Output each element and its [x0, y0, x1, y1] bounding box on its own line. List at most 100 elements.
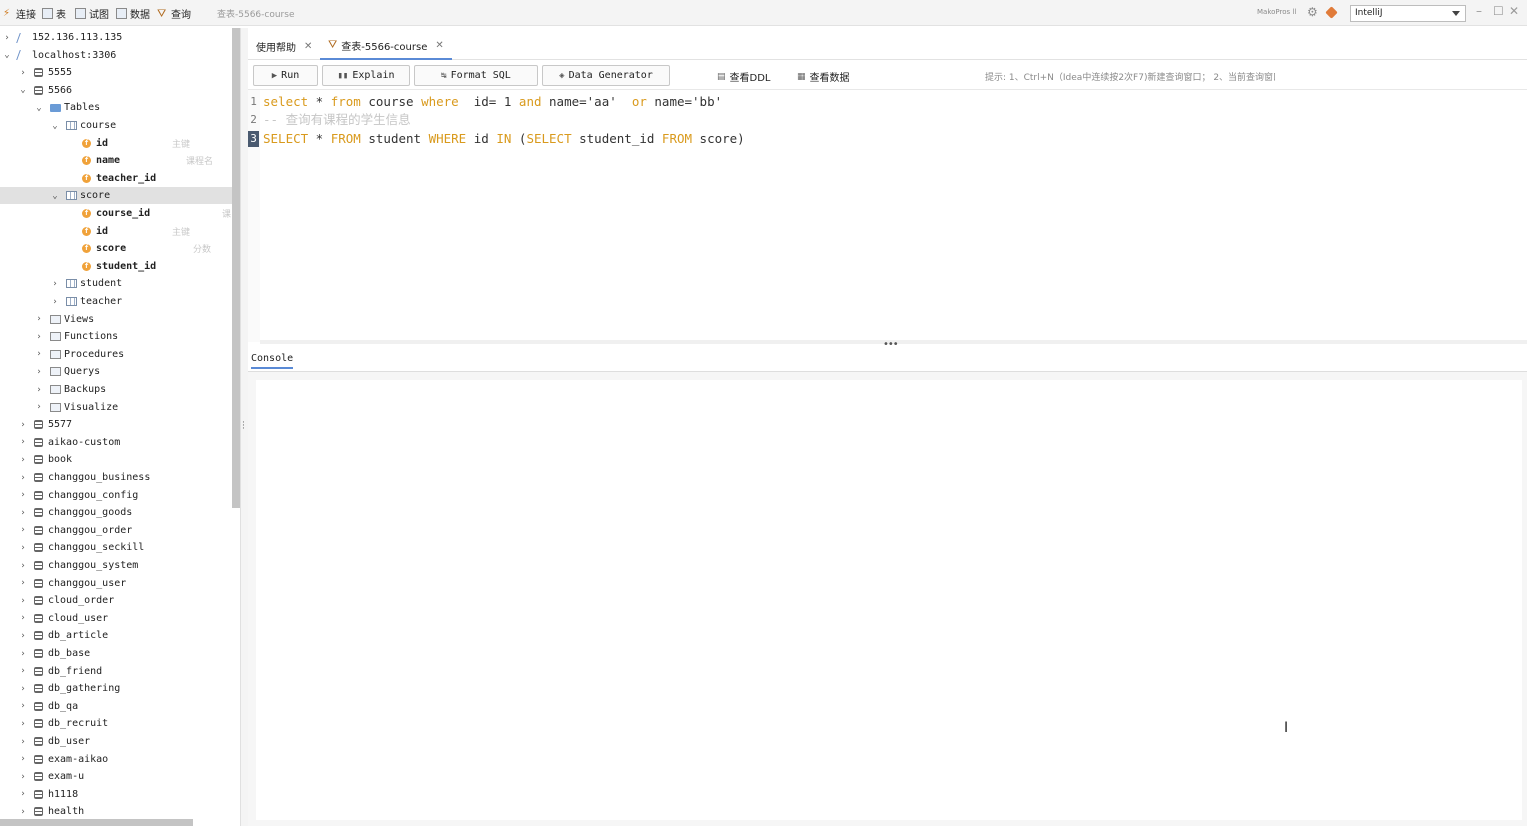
tree-database-item[interactable]: › db_gathering: [0, 680, 232, 697]
tree-item[interactable]: › Views: [0, 311, 232, 328]
chevron-right-icon[interactable]: ›: [34, 385, 44, 395]
tree-field-item[interactable]: f score 分数: [0, 240, 232, 257]
maximize-icon[interactable]: ☐: [1493, 4, 1504, 18]
tab-help[interactable]: 使用帮助 ✕: [256, 32, 312, 60]
code-line[interactable]: select * from course where id= 1 and nam…: [263, 94, 722, 110]
chevron-right-icon[interactable]: ›: [18, 631, 28, 641]
tree-database-item[interactable]: ⌄ 5566: [0, 82, 232, 99]
chevron-right-icon[interactable]: ›: [18, 754, 28, 764]
chevron-right-icon[interactable]: ›: [18, 684, 28, 694]
tree-database-item[interactable]: › changgou_system: [0, 557, 232, 574]
tree-item[interactable]: › Procedures: [0, 346, 232, 363]
chevron-right-icon[interactable]: ›: [18, 701, 28, 711]
tree-field-item[interactable]: f name 课程名: [0, 152, 232, 169]
chevron-right-icon[interactable]: ›: [18, 737, 28, 747]
chevron-right-icon[interactable]: ›: [18, 561, 28, 571]
close-icon[interactable]: ✕: [304, 41, 312, 52]
tree-horizontal-scrollbar[interactable]: [0, 819, 193, 826]
chevron-right-icon[interactable]: ›: [18, 578, 28, 588]
tree-item[interactable]: › Functions: [0, 328, 232, 345]
tree-field-item[interactable]: f id 主键: [0, 135, 232, 152]
tree-database-item[interactable]: › db_base: [0, 645, 232, 662]
chevron-right-icon[interactable]: ›: [34, 332, 44, 342]
tree-database-item[interactable]: › changgou_order: [0, 522, 232, 539]
tree-field-item[interactable]: f id 主键: [0, 223, 232, 240]
code-line[interactable]: SELECT * FROM student WHERE id IN (SELEC…: [263, 131, 745, 147]
chevron-right-icon[interactable]: ›: [18, 666, 28, 676]
tree-table-item[interactable]: ⌄ score: [0, 187, 232, 205]
chevron-down-icon[interactable]: ⌄: [50, 191, 60, 201]
code-line[interactable]: -- 查询有课程的学生信息: [263, 112, 411, 128]
tree-database-item[interactable]: › health: [0, 803, 232, 820]
tree-database-item[interactable]: › db_qa: [0, 698, 232, 715]
chevron-right-icon[interactable]: ›: [18, 68, 28, 78]
chevron-right-icon[interactable]: ›: [18, 543, 28, 553]
tree-item[interactable]: › Visualize: [0, 399, 232, 416]
chevron-right-icon[interactable]: ›: [34, 402, 44, 412]
format-sql-button[interactable]: ↹ Format SQL: [414, 65, 538, 86]
tree-database-item[interactable]: › exam-u: [0, 768, 232, 785]
tree-database-item[interactable]: › 5555: [0, 64, 232, 81]
tree-database-item[interactable]: › 5577: [0, 416, 232, 433]
tree-database-item[interactable]: › changgou_business: [0, 469, 232, 486]
tree-table-item[interactable]: › student: [0, 275, 232, 292]
chevron-right-icon[interactable]: ›: [50, 297, 60, 307]
chevron-right-icon[interactable]: ›: [18, 807, 28, 817]
chevron-down-icon[interactable]: ⌄: [34, 103, 44, 113]
chevron-right-icon[interactable]: ›: [18, 613, 28, 623]
sql-editor[interactable]: 1 2 3 select * from course where id= 1 and…: [248, 90, 1527, 344]
tree-item[interactable]: › Backups: [0, 381, 232, 398]
chevron-right-icon[interactable]: ›: [18, 596, 28, 606]
chevron-right-icon[interactable]: ›: [18, 473, 28, 483]
tree-database-item[interactable]: › db_user: [0, 733, 232, 750]
tab-query[interactable]: ⛛ 查表-5566-course ✕: [320, 32, 452, 60]
chevron-right-icon[interactable]: ›: [18, 455, 28, 465]
chevron-right-icon[interactable]: ›: [18, 649, 28, 659]
tree-database-item[interactable]: › exam-aikao: [0, 751, 232, 768]
tree-table-item[interactable]: › teacher: [0, 293, 232, 310]
tree-database-item[interactable]: › changgou_config: [0, 487, 232, 504]
close-icon[interactable]: ✕: [1509, 4, 1519, 18]
chevron-right-icon[interactable]: ›: [18, 508, 28, 518]
console-output[interactable]: [256, 380, 1522, 820]
chevron-right-icon[interactable]: ›: [18, 789, 28, 799]
tree-database-item[interactable]: › db_friend: [0, 663, 232, 680]
tree-database-item[interactable]: › changgou_user: [0, 575, 232, 592]
menu-query[interactable]: ⛛ 查询: [157, 5, 191, 21]
tree-field-item[interactable]: f student_id: [0, 258, 232, 275]
view-data-button[interactable]: ▦ 查看数据: [797, 69, 850, 85]
theme-select[interactable]: IntelliJ: [1350, 5, 1466, 22]
tree-database-item[interactable]: › aikao-custom: [0, 434, 232, 451]
tree-database-item[interactable]: › cloud_user: [0, 610, 232, 627]
tree-item[interactable]: › Querys: [0, 363, 232, 380]
chevron-down-icon[interactable]: ⌄: [50, 121, 60, 131]
tree-database-item[interactable]: › h1118: [0, 786, 232, 803]
tree-database-item[interactable]: › db_recruit: [0, 715, 232, 732]
menu-connect[interactable]: ⚡ 连接: [3, 5, 36, 21]
tree-vertical-scrollbar[interactable]: [232, 28, 240, 508]
chevron-right-icon[interactable]: ›: [18, 490, 28, 500]
explain-button[interactable]: ▮▮ Explain: [322, 65, 410, 86]
chevron-right-icon[interactable]: ›: [18, 420, 28, 430]
chevron-right-icon[interactable]: ›: [18, 525, 28, 535]
chevron-right-icon[interactable]: ›: [34, 349, 44, 359]
data-generator-button[interactable]: ◈ Data Generator: [542, 65, 670, 86]
chevron-right-icon[interactable]: ›: [2, 33, 12, 43]
chevron-right-icon[interactable]: ›: [50, 279, 60, 289]
tree-table-item[interactable]: ⌄ course: [0, 117, 232, 134]
tree-database-item[interactable]: › changgou_goods: [0, 504, 232, 521]
chevron-down-icon[interactable]: ⌄: [2, 50, 12, 60]
run-button[interactable]: ▶ Run: [253, 65, 318, 86]
chevron-right-icon[interactable]: ›: [18, 437, 28, 447]
tree-item[interactable]: ⌄ localhost:3306: [0, 47, 232, 64]
gear-icon[interactable]: ⚙: [1307, 5, 1318, 19]
tree-field-item[interactable]: f teacher_id: [0, 170, 232, 187]
tree-item[interactable]: ⌄ Tables: [0, 99, 232, 116]
tab-console[interactable]: Console: [251, 353, 294, 369]
tree-database-item[interactable]: › db_article: [0, 627, 232, 644]
plugin-icon[interactable]: [1325, 6, 1338, 19]
chevron-down-icon[interactable]: ⌄: [18, 85, 28, 95]
tree-database-item[interactable]: › changgou_seckill: [0, 539, 232, 556]
menu-table[interactable]: 表: [42, 5, 66, 21]
tree-item[interactable]: › 152.136.113.135: [0, 29, 232, 46]
